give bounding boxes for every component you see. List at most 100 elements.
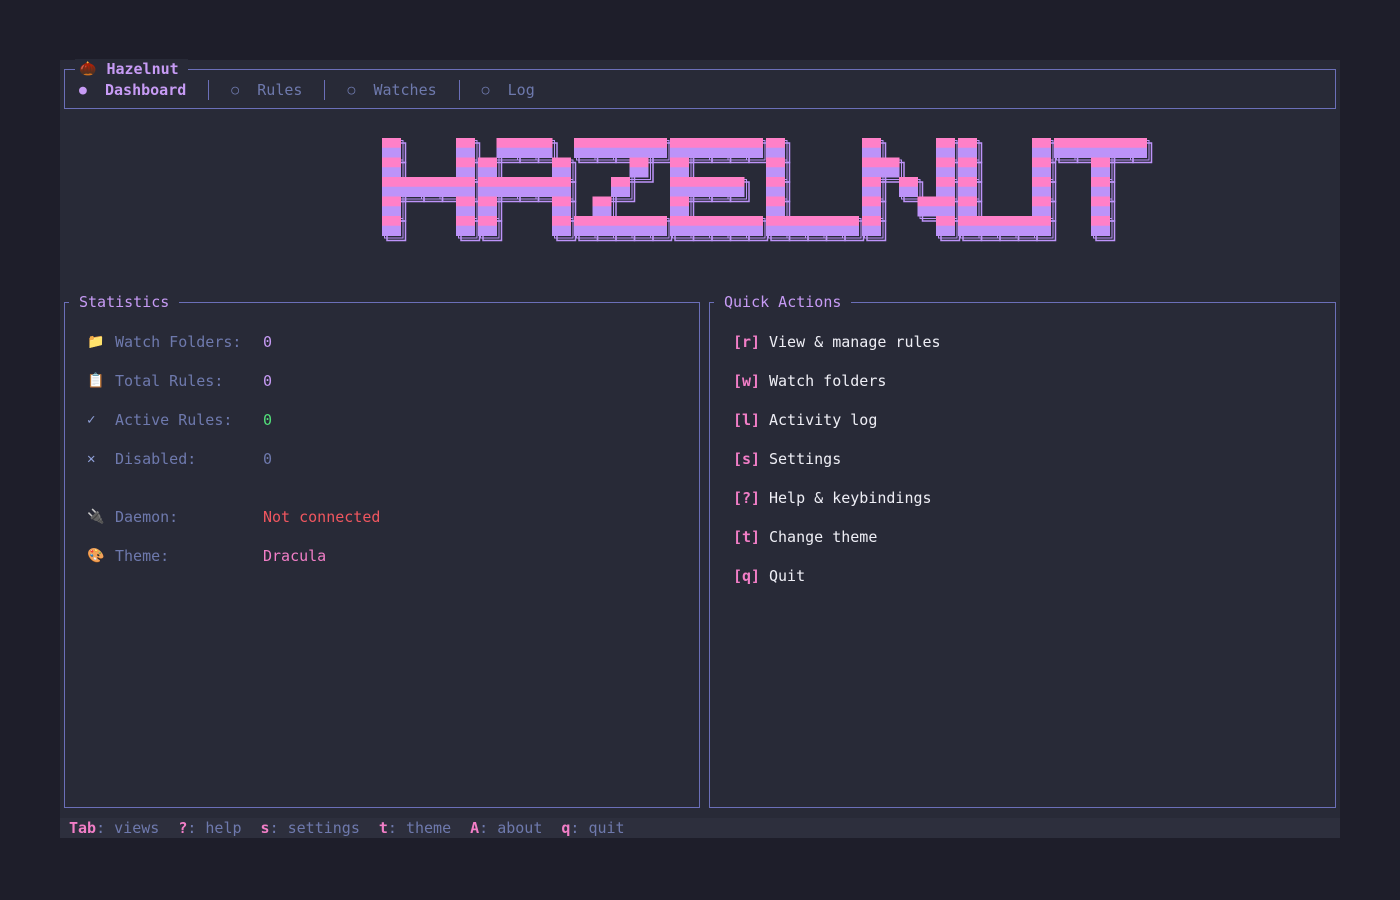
logo-cell — [1128, 138, 1147, 149]
tab-label: Log — [507, 81, 535, 99]
stat-total-rules: 📋 Total Rules: 0 — [87, 371, 272, 391]
tab-label: Rules — [257, 81, 303, 99]
logo-cell — [1091, 225, 1110, 236]
logo-cell — [611, 177, 630, 188]
logo-cell — [688, 216, 708, 227]
logo-cell — [725, 216, 745, 227]
hint-desc: : quit — [570, 819, 625, 837]
logo-cell — [382, 167, 401, 178]
tab-watches[interactable]: ○ Watches — [347, 81, 436, 99]
tab-label: Dashboard — [105, 81, 187, 99]
action-activity-log[interactable]: [l] Activity log — [733, 410, 877, 430]
logo-cell — [707, 147, 726, 158]
logo-cell — [552, 157, 571, 168]
logo-cell — [533, 186, 553, 197]
logo-cell — [515, 186, 534, 197]
logo-cell — [688, 225, 708, 236]
quick-actions-title: Quick Actions — [714, 292, 852, 312]
logo-cell — [862, 167, 881, 178]
logo-cell — [592, 206, 612, 217]
logo-cell — [496, 186, 516, 197]
logo-cell — [456, 138, 475, 149]
logo-cell — [592, 138, 612, 149]
action-label: Quit — [769, 567, 806, 585]
logo-cell — [574, 138, 593, 149]
logo-cell — [629, 167, 649, 178]
stat-active-rules: ✓ Active Rules: 0 — [87, 410, 272, 430]
logo-cell — [400, 177, 420, 188]
logo-cell — [862, 147, 881, 158]
tab-divider — [208, 80, 210, 100]
logo-cell — [862, 186, 881, 197]
logo-cell — [1013, 225, 1033, 236]
logo-cell — [419, 186, 438, 197]
logo-cell — [766, 157, 785, 168]
daemon-status: Not connected — [263, 508, 381, 526]
logo-cell — [766, 147, 785, 158]
inactive-dot-icon: ○ — [347, 82, 356, 98]
action-watch-folders[interactable]: [w] Watch folders — [733, 371, 886, 391]
action-settings[interactable]: [s] Settings — [733, 449, 841, 469]
logo-cell — [1091, 167, 1110, 178]
logo-cell — [707, 225, 726, 236]
logo-cell — [688, 147, 708, 158]
tab-bar: 🌰 Hazelnut ● Dashboard ○ Rules ○ Watches… — [64, 59, 1336, 109]
hazelnut-logo — [382, 138, 1153, 242]
logo-cell — [611, 216, 630, 227]
hint-key: A — [470, 819, 480, 837]
theme-value: Dracula — [263, 547, 327, 565]
logo-cell — [803, 216, 822, 227]
logo-cell — [496, 138, 516, 149]
logo-cell — [880, 167, 900, 178]
logo-cell — [437, 177, 457, 188]
logo-cell — [382, 196, 401, 207]
logo-cell — [515, 147, 534, 158]
logo-cell — [552, 196, 571, 207]
action-change-theme[interactable]: [t] Change theme — [733, 527, 877, 547]
logo-cell — [611, 225, 630, 236]
logo-cell — [766, 206, 785, 217]
logo-cell — [976, 225, 996, 236]
logo-cell — [688, 177, 708, 188]
hint-desc: : views — [96, 819, 160, 837]
logo-cell — [592, 225, 612, 236]
stat-disabled: ✕ Disabled: 0 — [87, 449, 272, 469]
logo-cell — [478, 206, 497, 217]
logo-cell — [382, 186, 401, 197]
logo-cell — [803, 225, 822, 236]
logo-cell — [552, 216, 571, 227]
logo-cell — [821, 216, 841, 227]
stat-value: 0 — [263, 333, 273, 351]
stat-watch-folders: 📁 Watch Folders: 0 — [87, 332, 272, 352]
hint-quit: q: quit — [561, 819, 624, 837]
action-help[interactable]: [?] Help & keybindings — [733, 488, 932, 508]
action-label: Watch folders — [769, 372, 887, 390]
stat-label: Theme: — [115, 547, 170, 565]
footer-hints: Tab: views ?: help s: settings t: theme … — [60, 818, 1340, 838]
logo-cell — [533, 177, 553, 188]
logo-cell — [456, 177, 475, 188]
stat-label: Watch Folders: — [115, 333, 242, 351]
action-key: [?] — [733, 489, 761, 507]
cross-icon: ✕ — [87, 451, 96, 467]
hint-key: s — [260, 819, 270, 837]
logo-cell — [648, 216, 667, 227]
logo-cell — [821, 225, 841, 236]
tab-rules[interactable]: ○ Rules — [231, 81, 302, 99]
logo-cell — [670, 206, 689, 217]
action-quit[interactable]: [q] Quit — [733, 566, 805, 586]
logo-cell — [478, 196, 497, 207]
action-key: [r] — [733, 333, 761, 351]
tab-dashboard[interactable]: ● Dashboard — [79, 81, 186, 99]
logo-cell — [784, 225, 804, 236]
logo-cell — [1109, 147, 1129, 158]
logo-cell — [496, 177, 516, 188]
logo-cell — [456, 225, 475, 236]
action-manage-rules[interactable]: [r] View & manage rules — [733, 332, 941, 352]
tab-log[interactable]: ○ Log — [482, 81, 535, 99]
hint-views: Tab: views — [69, 819, 159, 837]
logo-cell — [862, 196, 881, 207]
logo-cell — [862, 216, 881, 227]
logo-cell — [1032, 206, 1051, 217]
logo-cell — [478, 177, 497, 188]
